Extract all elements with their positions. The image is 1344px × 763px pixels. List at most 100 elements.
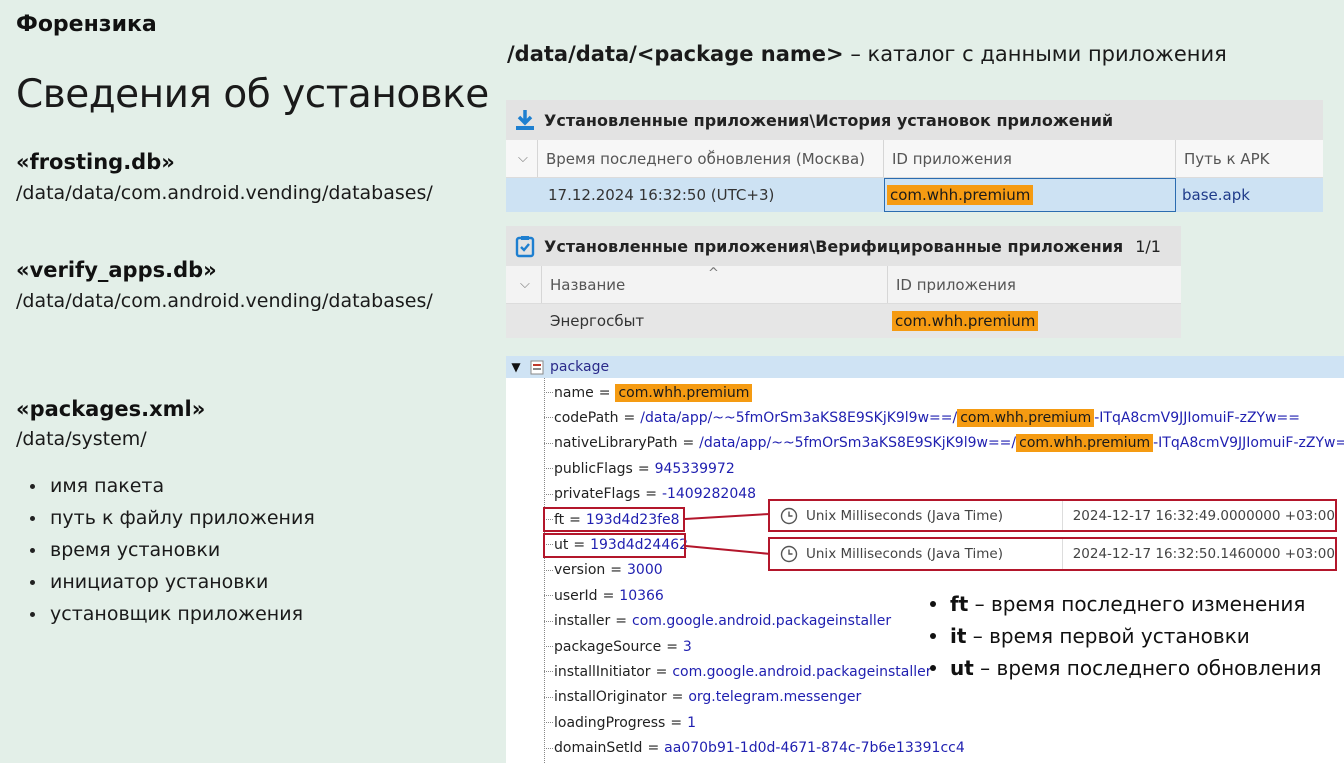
ut-timestamp-value: 2024-12-17 16:32:50.1460000 +03:00 [1072,546,1335,562]
tree-node-package-source[interactable]: packageSource = 3 [544,634,692,659]
bullet-item: время установки [28,534,315,566]
section-tag: Форензика [16,12,157,37]
bullet-item: инициатор установки [28,566,315,598]
tree-node-public-flags[interactable]: publicFlags = 945339972 [544,456,735,481]
tree-node-code-path[interactable]: codePath =/data/app/~~5fmOrSm3aKS8E9SKjK9… [544,405,1300,430]
source-name-verify-apps: «verify_apps.db» [16,258,217,282]
note-ft: ft – время последнего изменения [930,592,1305,616]
highlighted-package-id: com.whh.premium [957,408,1095,427]
tree-root-package[interactable]: ▼ package [506,356,1344,378]
tree-node-key: installOriginator [554,689,667,706]
tree-node-value: /data/app/~~5fmOrSm3aKS8E9SKjK9l9w==/com… [699,434,1344,453]
source-path-packages-xml: /data/system/ [16,428,147,450]
tree-node-key: codePath [554,409,619,426]
tree-node-value: 10366 [619,587,664,604]
source-name-packages-xml: «packages.xml» [16,397,206,421]
tree-node-key: installInitiator [554,663,651,680]
cell-app-id: com.whh.premium [888,304,1181,338]
column-header-app-id[interactable]: ID приложения [884,140,1176,177]
tree-node-user-id[interactable]: userId = 10366 [544,583,664,608]
tree-node-version[interactable]: version = 3000 [544,558,663,583]
source-path-frosting: /data/data/com.android.vending/databases… [16,182,433,204]
tree-node-value: 3000 [627,562,663,579]
verified-apps-row[interactable]: Энергосбыт com.whh.premium [506,304,1181,338]
clipboard-check-icon [512,233,538,259]
tree-node-name[interactable]: name = com.whh.premium [544,380,753,405]
verified-apps-title-bar: Установленные приложения\Верифицированны… [506,226,1181,266]
source-name-frosting: «frosting.db» [16,150,175,174]
cell-app-name: Энергосбыт [550,312,645,330]
collapse-chevron-icon[interactable]: ▼ [506,360,526,374]
tree-node-loading-progress[interactable]: loadingProgress = 1 [544,710,696,735]
tree-node-key: packageSource [554,638,662,655]
install-history-header-row: ⌵ Время последнего обновления (Москва) I… [506,140,1323,178]
verified-apps-title: Установленные приложения\Верифицированны… [544,236,1124,256]
highlighted-package-id: com.whh.premium [615,383,753,402]
clock-icon [780,507,798,525]
bullet-item: имя пакета [28,470,315,502]
tree-node-key: publicFlags [554,460,633,477]
tree-node-value: 1 [687,714,696,731]
download-icon [512,107,538,133]
tree-node-key: userId [554,587,598,604]
tree-node-value: 3 [682,638,692,655]
ut-timestamp-type: Unix Milliseconds (Java Time) [806,546,1003,562]
install-history-title: Установленные приложения\История установ… [544,110,1114,130]
tree-node-key: installer [554,613,611,630]
ft-callout-box [543,507,685,532]
note-it: it – время первой установки [930,624,1250,648]
source-path-verify-apps: /data/data/com.android.vending/databases… [16,290,433,312]
sort-ascending-icon: ^ [708,266,719,281]
tree-node-value: /data/app/~~5fmOrSm3aKS8E9SKjK9l9w==/com… [640,408,1301,427]
ut-callout-box [543,533,686,558]
tree-node-key: domainSetId [554,740,643,757]
tree-node-value: aa070b91-1d0d-4671-874c-7b6e13391cc4 [664,740,965,757]
tree-node-value: com.google.android.packageinstaller [672,663,932,680]
sort-descending-icon: ⌄ [706,142,717,157]
tree-node-key: nativeLibraryPath [554,435,678,452]
tree-node-value: 945339972 [654,460,735,477]
column-header-apk-path[interactable]: Путь к APK [1176,140,1323,177]
tree-node-value: org.telegram.messenger [688,689,862,706]
expand-column-chevron-icon[interactable]: ⌵ [506,140,538,177]
verified-apps-counter: 1/1 [1135,236,1161,256]
tree-node-key: version [554,562,606,579]
tree-node-key: loadingProgress [554,714,666,731]
tree-node-installer[interactable]: installer = com.google.android.packageinst… [544,609,891,634]
cell-app-id: com.whh.premium [884,178,1176,212]
tree-node-value: -1409282048 [661,486,757,503]
ut-decoded-timestamp: Unix Milliseconds (Java Time) 2024-12-17… [768,537,1337,571]
expand-column-chevron-icon[interactable]: ⌵ [506,266,542,303]
data-directory-path: /data/data/<package name> [507,42,844,66]
tree-node-install-initiator[interactable]: installInitiator = com.google.android.pack… [544,659,931,684]
ft-timestamp-value: 2024-12-17 16:32:49.0000000 +03:00 [1072,507,1335,524]
bullet-item: путь к файлу приложения [28,502,315,534]
xml-node-icon [530,360,544,375]
install-history-row[interactable]: 17.12.2024 16:32:50 (UTC+3) com.whh.prem… [506,178,1323,212]
tree-node-native-library-path[interactable]: nativeLibraryPath =/data/app/~~5fmOrSm3aK… [544,431,1344,456]
verified-apps-panel: Установленные приложения\Верифицированны… [506,226,1181,338]
tree-root-label: package [550,359,610,375]
tree-node-private-flags[interactable]: privateFlags = -1409282048 [544,482,756,507]
cell-update-time: 17.12.2024 16:32:50 (UTC+3) [548,186,775,204]
verified-apps-header-row: ⌵ Название ID приложения ^ [506,266,1181,304]
column-header-app-id[interactable]: ID приложения [888,266,1181,303]
cell-apk-path: base.apk [1182,186,1250,204]
tree-node-install-originator[interactable]: installOriginator = org.telegram.messenger [544,685,861,710]
highlighted-package-id: com.whh.premium [1016,434,1154,453]
bullet-item: установщик приложения [28,598,315,630]
tree-node-value: com.whh.premium [615,383,753,402]
ft-decoded-timestamp: Unix Milliseconds (Java Time) 2024-12-17… [768,499,1337,532]
slide-title: Сведения об установке [16,72,489,117]
tree-node-key: privateFlags [554,486,641,503]
tree-node-value: com.google.android.packageinstaller [632,613,892,630]
tree-node-domain-set-id[interactable]: domainSetId = aa070b91-1d0d-4671-874c-7b6e… [544,736,965,761]
info-bullet-list: имя пакета путь к файлу приложения время… [28,470,315,630]
note-ut: ut – время последнего обновления [930,656,1321,680]
install-history-panel: Установленные приложения\История установ… [506,100,1323,212]
data-directory-desc: – каталог с данными приложения [843,42,1227,66]
clock-icon [780,545,798,563]
data-directory-caption: /data/data/<package name> – каталог с да… [507,42,1227,66]
tree-node-key: name [554,384,594,401]
ft-timestamp-type: Unix Milliseconds (Java Time) [806,507,1003,524]
